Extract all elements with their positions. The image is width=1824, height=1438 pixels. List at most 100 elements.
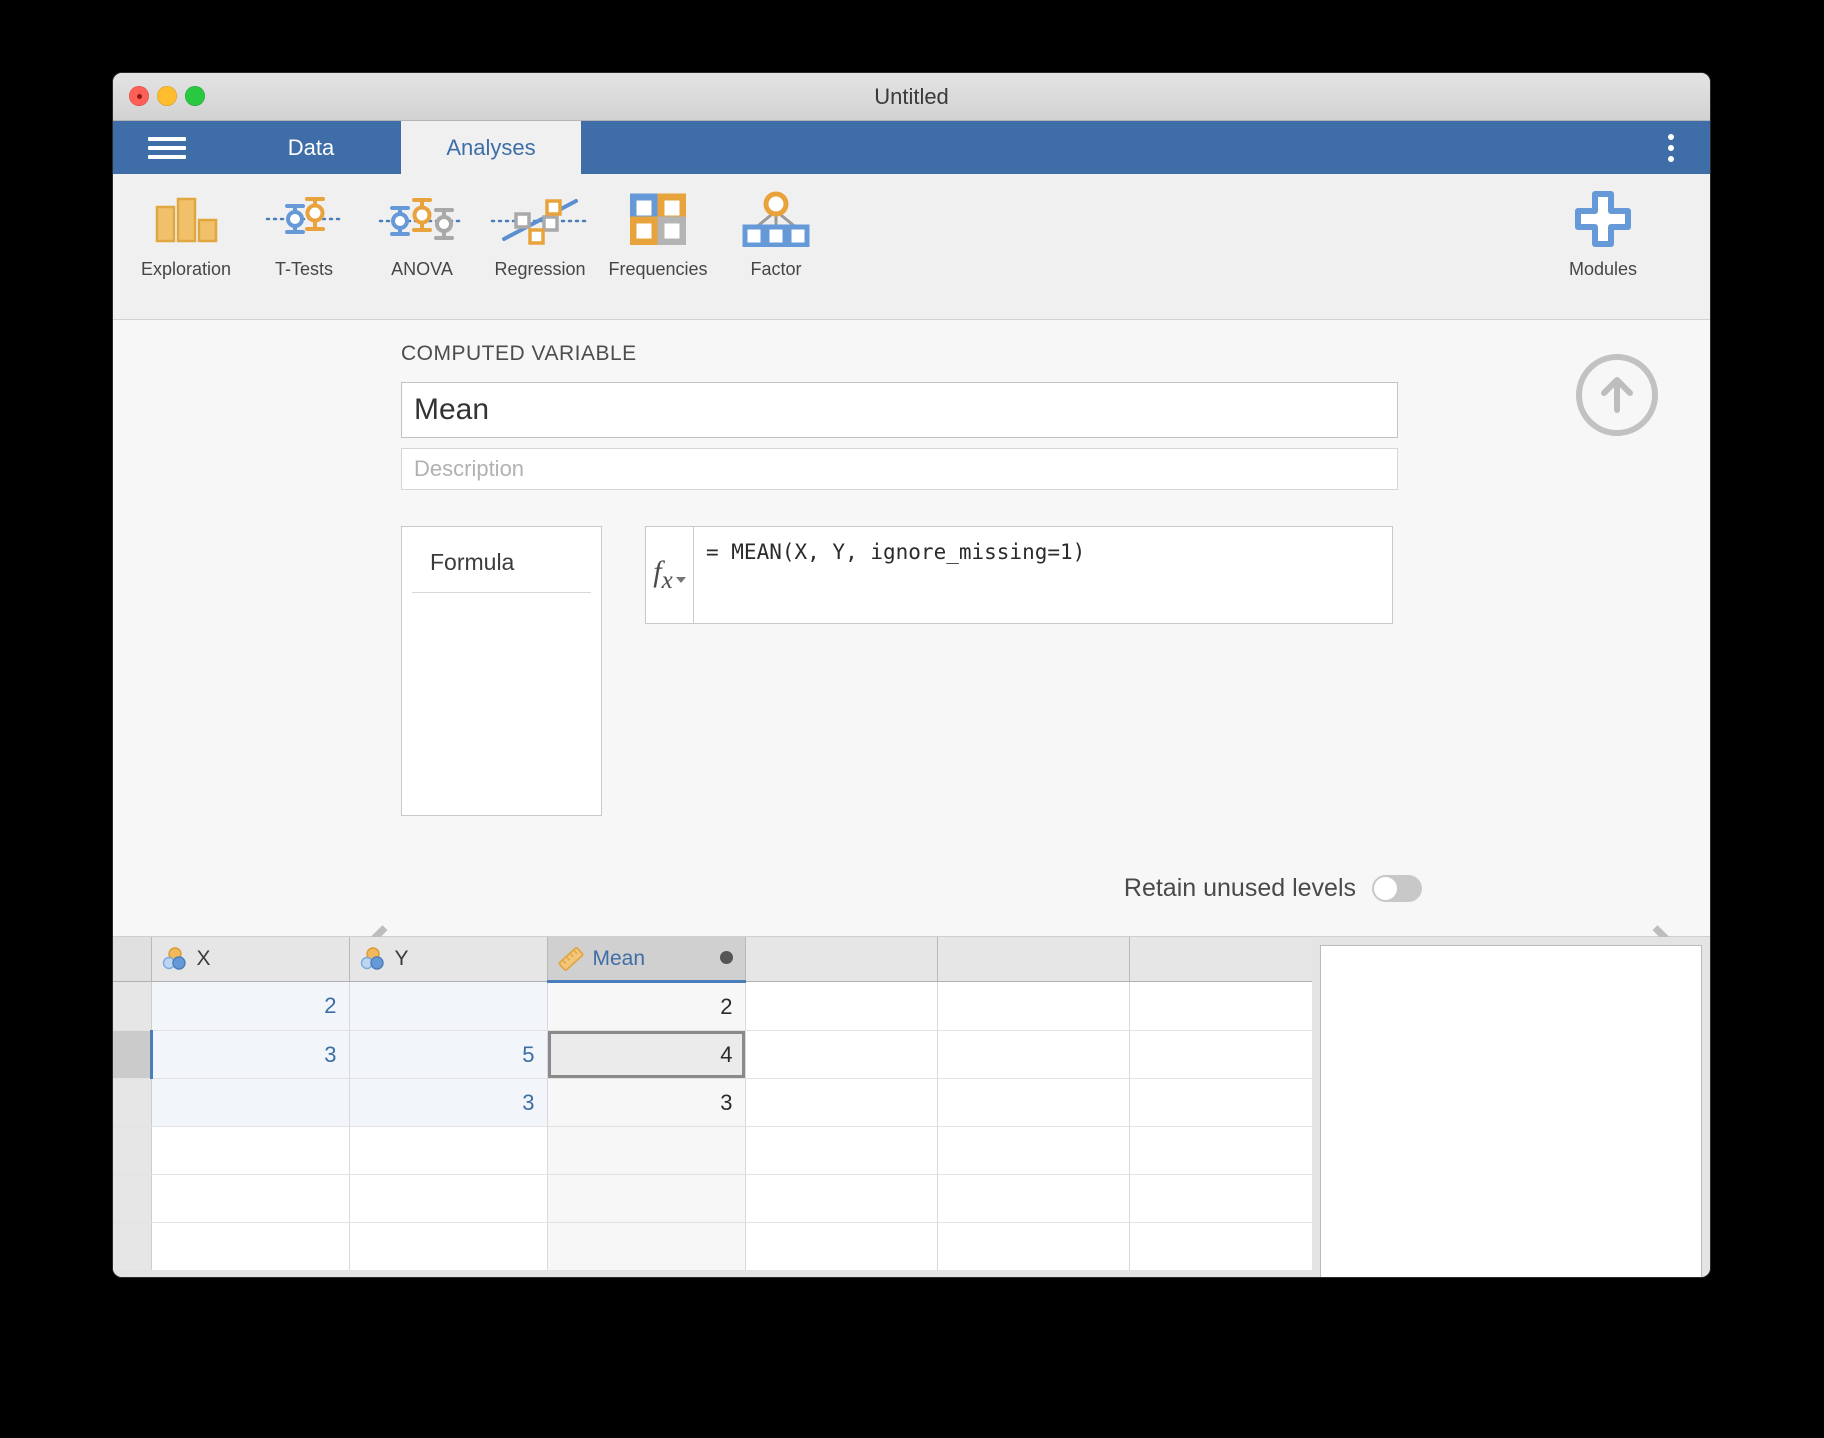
column-header-blank-1[interactable] [745, 937, 937, 982]
cell-mean-6[interactable] [547, 1223, 745, 1271]
cell-x-5[interactable] [151, 1175, 349, 1223]
cell-blank-1-5[interactable] [937, 982, 1129, 1031]
kebab-menu-icon[interactable] [1656, 121, 1686, 174]
cell-blank-1-6[interactable] [1129, 982, 1312, 1031]
tab-analyses[interactable]: Analyses [401, 121, 581, 174]
ribbon-label: Factor [750, 259, 801, 280]
ribbon-label: Regression [494, 259, 585, 280]
cell-blank-5-4[interactable] [745, 1175, 937, 1223]
variable-list-box[interactable]: Formula [401, 526, 602, 816]
cell-blank-2-5[interactable] [937, 1031, 1129, 1079]
variable-description-input[interactable] [401, 448, 1398, 490]
cell-mean-2-selected[interactable]: 4 [547, 1031, 745, 1079]
cell-x-1[interactable]: 2 [151, 982, 349, 1031]
formula-editor: fx = MEAN(X, Y, ignore_missing=1) [645, 526, 1393, 816]
column-header-x[interactable]: X [151, 937, 349, 982]
column-header-blank-3[interactable] [1129, 937, 1312, 982]
cell-mean-3[interactable]: 3 [547, 1079, 745, 1127]
cell-mean-5[interactable] [547, 1175, 745, 1223]
row-header[interactable] [113, 1223, 151, 1271]
spreadsheet-area: X Y [113, 937, 1710, 1277]
cell-y-6[interactable] [349, 1223, 547, 1271]
table-row[interactable] [113, 1223, 1312, 1271]
table-row[interactable]: 3 5 4 [113, 1031, 1312, 1079]
row-header[interactable] [113, 982, 151, 1031]
row-header[interactable] [113, 1127, 151, 1175]
column-name: Y [395, 947, 409, 971]
spreadsheet[interactable]: X Y [113, 937, 1312, 1277]
table-row[interactable] [113, 1127, 1312, 1175]
ribbon-item-regression[interactable]: Regression [481, 174, 599, 319]
grid-header-row: X Y [113, 937, 1312, 982]
results-panel[interactable] [1320, 945, 1702, 1277]
regression-scatter-icon [490, 188, 590, 250]
ribbon-label: Exploration [141, 259, 231, 280]
cell-blank-4-5[interactable] [937, 1127, 1129, 1175]
ribbon-label: Frequencies [608, 259, 707, 280]
main-tabbar: Data Analyses [113, 121, 1710, 174]
cell-y-1[interactable] [349, 982, 547, 1031]
anova-icon [378, 188, 466, 250]
chevron-down-icon [676, 577, 686, 583]
cell-blank-1-4[interactable] [745, 982, 937, 1031]
cell-x-2[interactable]: 3 [151, 1031, 349, 1079]
cell-blank-5-6[interactable] [1129, 1175, 1312, 1223]
cell-blank-4-4[interactable] [745, 1127, 937, 1175]
row-header[interactable] [113, 1175, 151, 1223]
variable-list-title: Formula [412, 527, 591, 593]
plus-icon [1574, 188, 1632, 250]
ribbon-label: T-Tests [275, 259, 333, 280]
cell-y-2[interactable]: 5 [349, 1031, 547, 1079]
ribbon-item-factor[interactable]: Factor [717, 174, 835, 319]
cell-blank-2-4[interactable] [745, 1031, 937, 1079]
ribbon-item-modules[interactable]: Modules [1544, 174, 1662, 333]
hamburger-menu-button[interactable] [113, 121, 221, 174]
ribbon-item-anova[interactable]: ANOVA [363, 174, 481, 319]
row-header[interactable] [113, 1079, 151, 1127]
cell-mean-4[interactable] [547, 1127, 745, 1175]
variable-name-input[interactable] [401, 382, 1398, 438]
factor-tree-icon [741, 188, 811, 250]
retain-unused-levels-label: Retain unused levels [1124, 874, 1356, 903]
ribbon-item-exploration[interactable]: Exploration [127, 174, 245, 319]
ribbon-item-t-tests[interactable]: T-Tests [245, 174, 363, 319]
cell-blank-3-4[interactable] [745, 1079, 937, 1127]
column-header-y[interactable]: Y [349, 937, 547, 982]
table-row[interactable]: 3 3 [113, 1079, 1312, 1127]
cell-mean-1[interactable]: 2 [547, 982, 745, 1031]
ribbon-item-frequencies[interactable]: Frequencies [599, 174, 717, 319]
column-header-blank-2[interactable] [937, 937, 1129, 982]
cell-y-4[interactable] [349, 1127, 547, 1175]
cell-x-4[interactable] [151, 1127, 349, 1175]
column-header-mean[interactable]: Mean [547, 937, 745, 982]
tab-data[interactable]: Data [221, 121, 401, 174]
cell-blank-2-6[interactable] [1129, 1031, 1312, 1079]
row-header-active[interactable] [113, 1031, 151, 1079]
data-grid: X Y [113, 937, 1312, 1271]
analyses-ribbon: Exploration [113, 174, 1710, 320]
cell-y-5[interactable] [349, 1175, 547, 1223]
t-test-icon [265, 188, 343, 250]
cell-x-3[interactable] [151, 1079, 349, 1127]
cell-blank-6-4[interactable] [745, 1223, 937, 1271]
cell-blank-3-6[interactable] [1129, 1079, 1312, 1127]
grid-corner-cell[interactable] [113, 937, 151, 982]
cell-blank-5-5[interactable] [937, 1175, 1129, 1223]
table-row[interactable] [113, 1175, 1312, 1223]
retain-unused-levels-row: Retain unused levels [1124, 874, 1422, 903]
cell-blank-4-6[interactable] [1129, 1127, 1312, 1175]
ribbon-label: ANOVA [391, 259, 453, 280]
formula-row: Formula fx = MEAN(X, Y, ignore_missing=1… [401, 526, 1650, 816]
ribbon-label: Modules [1569, 259, 1637, 280]
app-window: Untitled Data Analyses [113, 73, 1710, 1277]
fx-function-button[interactable]: fx [645, 526, 693, 624]
nominal-icon [162, 947, 188, 971]
cell-blank-6-5[interactable] [937, 1223, 1129, 1271]
retain-unused-levels-toggle[interactable] [1372, 875, 1422, 902]
table-row[interactable]: 2 2 [113, 982, 1312, 1031]
cell-y-3[interactable]: 3 [349, 1079, 547, 1127]
cell-blank-3-5[interactable] [937, 1079, 1129, 1127]
formula-input[interactable]: = MEAN(X, Y, ignore_missing=1) [693, 526, 1393, 624]
cell-x-6[interactable] [151, 1223, 349, 1271]
cell-blank-6-6[interactable] [1129, 1223, 1312, 1271]
